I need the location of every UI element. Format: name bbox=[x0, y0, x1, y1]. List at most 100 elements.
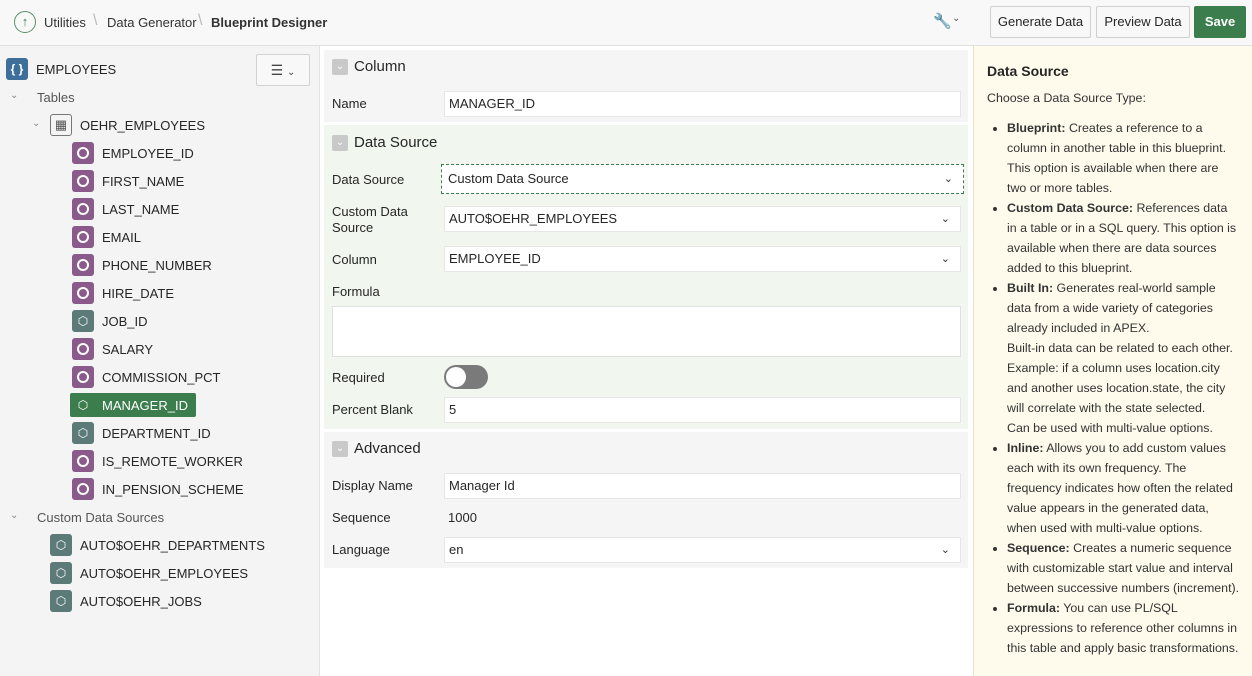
chevron-down-icon[interactable]: ⌄ bbox=[32, 118, 40, 129]
tree-column-in-pension-scheme[interactable]: IN_PENSION_SCHEME bbox=[72, 478, 244, 500]
column-region-header[interactable]: ⌄ Column bbox=[332, 58, 406, 75]
column-icon bbox=[72, 198, 94, 220]
help-list: Blueprint: Creates a reference to a colu… bbox=[987, 118, 1240, 658]
table-icon: ▦ bbox=[50, 114, 72, 136]
tree-table-label: OEHR_EMPLOYEES bbox=[80, 117, 205, 133]
tree-table-oehr-employees[interactable]: ▦ OEHR_EMPLOYEES bbox=[50, 114, 205, 136]
breadcrumb-separator: \ bbox=[93, 12, 98, 29]
arrow-up-icon[interactable]: ↑ bbox=[14, 11, 36, 33]
display-name-field[interactable]: Manager Id bbox=[444, 473, 961, 499]
tree-column-hire-date[interactable]: HIRE_DATE bbox=[72, 282, 174, 304]
tree-column-label: MANAGER_ID bbox=[102, 397, 188, 413]
help-text: Can be used with multi-value options. bbox=[1007, 421, 1213, 435]
help-item-formula: Formula: You can use PL/SQL expressions … bbox=[1007, 598, 1240, 658]
region-title: Advanced bbox=[354, 440, 421, 457]
breadcrumb-utilities[interactable]: Utilities bbox=[44, 15, 86, 30]
tree-column-email[interactable]: EMAIL bbox=[72, 226, 141, 248]
tree-root[interactable]: { } EMPLOYEES bbox=[6, 58, 116, 80]
tree-column-label: LAST_NAME bbox=[102, 201, 180, 217]
save-button[interactable]: Save bbox=[1194, 6, 1246, 38]
help-item-inline: Inline: Allows you to add custom values … bbox=[1007, 438, 1240, 538]
advanced-region-header[interactable]: ⌄ Advanced bbox=[332, 440, 421, 457]
help-term: Built In: bbox=[1007, 281, 1054, 295]
tree-column-job-id[interactable]: ⬡ JOB_ID bbox=[72, 310, 148, 332]
chevron-down-icon[interactable]: ⌄ bbox=[332, 58, 348, 75]
cube-icon: ⬡ bbox=[50, 562, 72, 584]
tree-menu-button[interactable]: ☰ ⌄ bbox=[256, 54, 310, 86]
tree-column-label: HIRE_DATE bbox=[102, 285, 174, 301]
wrench-icon[interactable]: 🔧 bbox=[933, 12, 952, 30]
tree-source-label: AUTO$OEHR_EMPLOYEES bbox=[80, 565, 249, 581]
tree-source-auto-jobs[interactable]: ⬡ AUTO$OEHR_JOBS bbox=[50, 590, 202, 612]
tree-group-tables[interactable]: Tables bbox=[37, 86, 75, 108]
help-text: Allows you to add custom values each wit… bbox=[1007, 441, 1233, 535]
breadcrumb-separator: \ bbox=[198, 12, 203, 29]
language-select[interactable]: en ⌄ bbox=[444, 537, 961, 563]
data-source-select[interactable]: Custom Data Source ⌄ bbox=[441, 164, 964, 194]
help-panel: Data Source Choose a Data Source Type: B… bbox=[973, 46, 1252, 676]
tree-root-label: EMPLOYEES bbox=[36, 61, 117, 77]
tree-source-auto-employees[interactable]: ⬡ AUTO$OEHR_EMPLOYEES bbox=[50, 562, 248, 584]
language-label: Language bbox=[332, 542, 390, 557]
tree-column-salary[interactable]: SALARY bbox=[72, 338, 153, 360]
display-name-label: Display Name bbox=[332, 478, 413, 493]
tree-group-custom-sources[interactable]: Custom Data Sources bbox=[37, 506, 164, 528]
chevron-down-icon[interactable]: ⌄ bbox=[10, 510, 18, 521]
help-item-sequence: Sequence: Creates a numeric sequence wit… bbox=[1007, 538, 1240, 598]
column-icon bbox=[72, 450, 94, 472]
column-icon bbox=[72, 170, 94, 192]
sequence-label: Sequence bbox=[332, 510, 391, 525]
column-icon bbox=[72, 282, 94, 304]
column-icon bbox=[72, 478, 94, 500]
cube-icon: ⬡ bbox=[50, 590, 72, 612]
custom-data-source-value: AUTO$OEHR_EMPLOYEES bbox=[449, 211, 618, 226]
tree-column-label: PHONE_NUMBER bbox=[102, 257, 212, 273]
label-line: Source bbox=[332, 220, 374, 235]
formula-textarea[interactable] bbox=[332, 306, 961, 357]
tree-column-department-id[interactable]: ⬡ DEPARTMENT_ID bbox=[72, 422, 211, 444]
chevron-down-icon[interactable]: ⌄ bbox=[10, 90, 18, 101]
name-field[interactable]: MANAGER_ID bbox=[444, 91, 961, 117]
toggle-knob bbox=[446, 367, 466, 387]
tree-column-employee-id[interactable]: EMPLOYEE_ID bbox=[72, 142, 194, 164]
help-term: Custom Data Source: bbox=[1007, 201, 1133, 215]
preview-data-button[interactable]: Preview Data bbox=[1096, 6, 1190, 38]
required-toggle[interactable] bbox=[444, 365, 488, 389]
help-item-built-in: Built In: Generates real-world sample da… bbox=[1007, 278, 1240, 438]
tree-column-label: EMPLOYEE_ID bbox=[102, 145, 194, 161]
chevron-down-icon: ⌄ bbox=[287, 67, 296, 78]
help-item-blueprint: Blueprint: Creates a reference to a colu… bbox=[1007, 118, 1240, 198]
breadcrumb-current: Blueprint Designer bbox=[211, 15, 328, 30]
tree-column-is-remote-worker[interactable]: IS_REMOTE_WORKER bbox=[72, 450, 243, 472]
tree-column-manager-id-selected[interactable]: ⬡ MANAGER_ID bbox=[70, 393, 196, 417]
custom-data-source-label: Custom Data Source bbox=[332, 204, 408, 236]
cube-icon: ⬡ bbox=[72, 422, 94, 444]
tree-column-label: IS_REMOTE_WORKER bbox=[102, 453, 243, 469]
tree-column-phone-number[interactable]: PHONE_NUMBER bbox=[72, 254, 212, 276]
breadcrumb-data-generator[interactable]: Data Generator bbox=[107, 15, 197, 30]
help-item-custom-data-source: Custom Data Source: References data in a… bbox=[1007, 198, 1240, 278]
generate-data-button[interactable]: Generate Data bbox=[990, 6, 1091, 38]
required-label: Required bbox=[332, 370, 385, 385]
chevron-down-icon[interactable]: ⌄ bbox=[952, 13, 960, 24]
chevron-down-icon[interactable]: ⌄ bbox=[332, 134, 348, 151]
custom-data-source-select[interactable]: AUTO$OEHR_EMPLOYEES ⌄ bbox=[444, 206, 961, 232]
percent-blank-field[interactable]: 5 bbox=[444, 397, 961, 423]
chevron-down-icon[interactable]: ⌄ bbox=[332, 440, 348, 457]
column-icon bbox=[72, 142, 94, 164]
column-icon bbox=[72, 338, 94, 360]
tree-column-commission-pct[interactable]: COMMISSION_PCT bbox=[72, 366, 220, 388]
datasource-region-header[interactable]: ⌄ Data Source bbox=[332, 134, 437, 151]
cube-icon: ⬡ bbox=[72, 310, 94, 332]
column-select[interactable]: EMPLOYEE_ID ⌄ bbox=[444, 246, 961, 272]
column-label: Column bbox=[332, 252, 377, 267]
tree-column-label: SALARY bbox=[102, 341, 154, 357]
tree-column-first-name[interactable]: FIRST_NAME bbox=[72, 170, 184, 192]
chevron-down-icon: ⌄ bbox=[940, 544, 950, 556]
tree-column-label: IN_PENSION_SCHEME bbox=[102, 481, 244, 497]
hamburger-icon: ☰ bbox=[270, 62, 284, 78]
tree-source-auto-departments[interactable]: ⬡ AUTO$OEHR_DEPARTMENTS bbox=[50, 534, 265, 556]
braces-icon: { } bbox=[6, 58, 28, 80]
region-title: Column bbox=[354, 58, 406, 75]
tree-column-last-name[interactable]: LAST_NAME bbox=[72, 198, 179, 220]
